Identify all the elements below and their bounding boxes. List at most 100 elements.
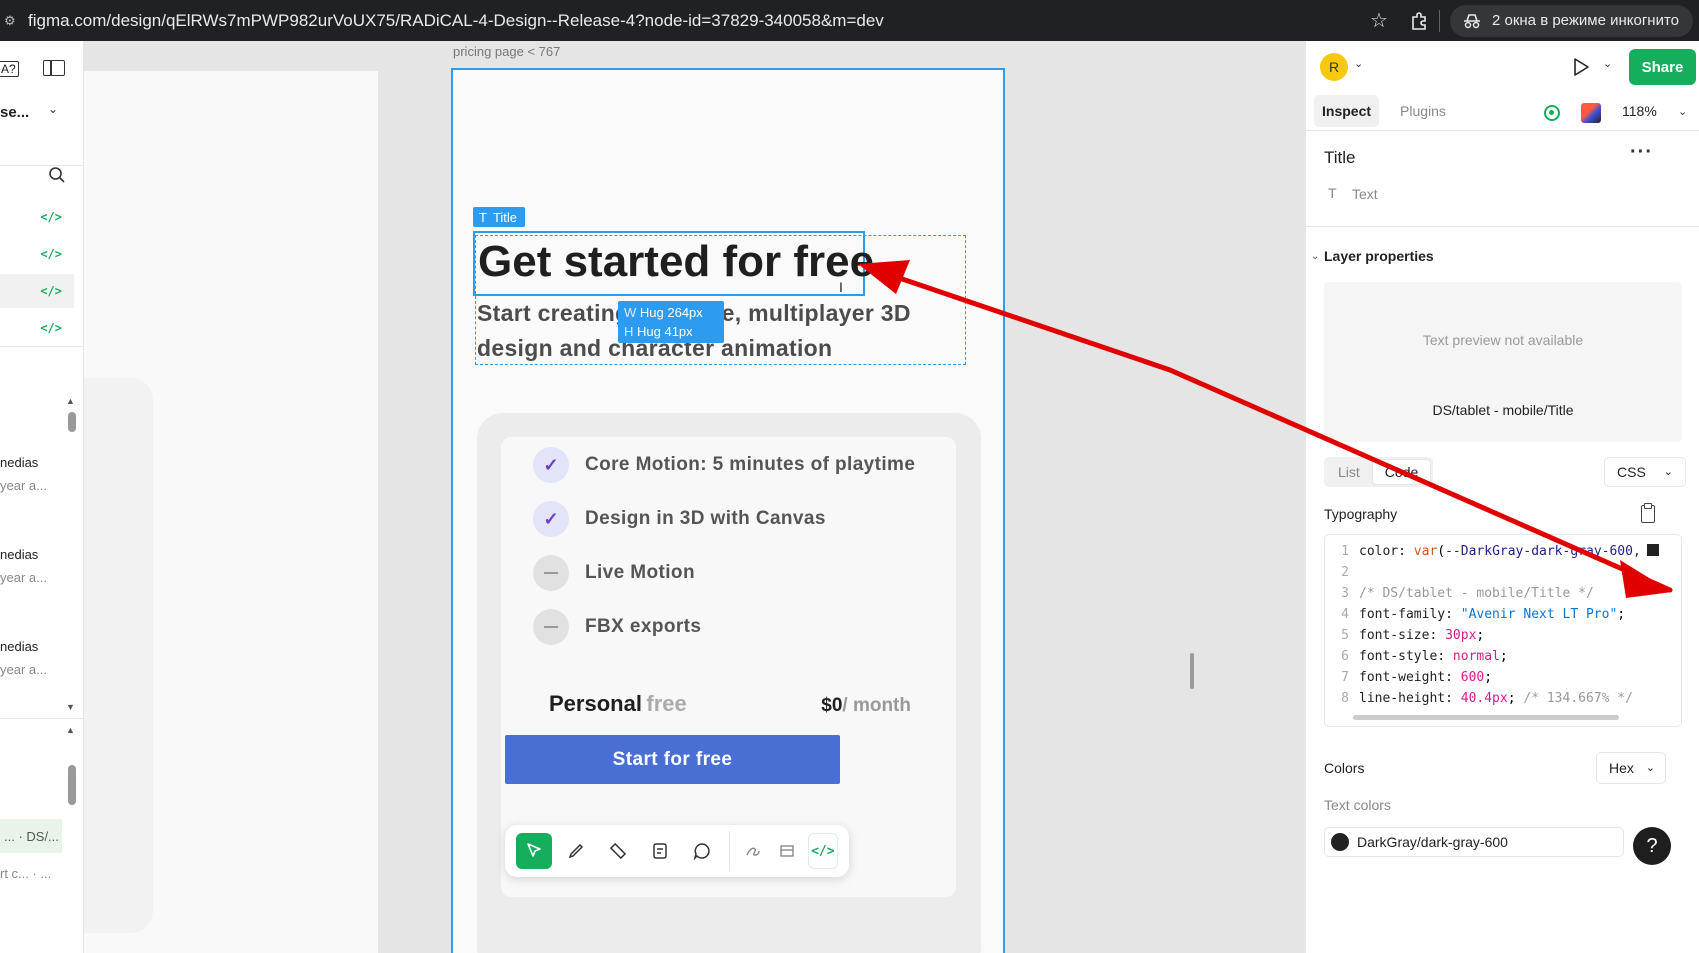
scrollbar-thumb[interactable] [68, 765, 76, 805]
text-cursor-icon: I [839, 279, 843, 295]
toolbar-separator [1438, 9, 1440, 32]
text-type-icon: T [1328, 185, 1337, 201]
bookmark-star-icon[interactable]: ☆ [1359, 0, 1399, 41]
measure-tool-button[interactable] [600, 833, 636, 869]
code-scrollbar[interactable] [1353, 715, 1619, 720]
code-layer-item[interactable]: </> [0, 311, 74, 345]
tab-plugins[interactable]: Plugins [1400, 95, 1446, 127]
panel-header: R ⌄ ⌄ Share [1306, 41, 1699, 93]
chevron-down-icon[interactable]: ⌄ [1603, 57, 1612, 70]
zoom-level[interactable]: 118% [1622, 103, 1657, 119]
list-item[interactable]: rt c... · ... [0, 866, 51, 881]
draw-tool-button[interactable] [739, 833, 767, 869]
scroll-up-arrow[interactable]: ▲ [66, 725, 75, 735]
design-canvas[interactable]: pricing page < 767 T Title Get started f… [84, 41, 1305, 953]
color-swatch [1646, 544, 1659, 556]
title-text-layer[interactable]: Get started for free [473, 231, 874, 296]
list-item[interactable]: nedias year a... [0, 547, 60, 585]
feature-text: FBX exports [585, 616, 702, 637]
typography-heading: Typography [1324, 506, 1398, 522]
width-value: Hug 264px [639, 305, 703, 320]
address-bar[interactable]: figma.com/design/qElRWs7mPWP982urVoUX75/… [28, 11, 884, 31]
layer-properties-heading[interactable]: Layer properties [1324, 248, 1434, 264]
chevron-down-icon[interactable]: ⌄ [1678, 105, 1687, 118]
chevron-down-icon[interactable]: ⌄ [1354, 57, 1363, 70]
color-format-select[interactable]: Hex ⌄ [1596, 752, 1666, 784]
text-colors-heading: Text colors [1324, 797, 1391, 813]
dev-mode-button[interactable]: </> [807, 833, 839, 869]
layer-type: Text [1352, 186, 1378, 202]
present-play-icon[interactable] [1572, 57, 1590, 82]
selected-list-item[interactable]: ... · DS/... [0, 819, 62, 853]
scroll-up-arrow[interactable]: ▲ [66, 396, 75, 406]
layer-title: Title [1324, 148, 1356, 167]
feature-row[interactable]: FBX exports [533, 609, 701, 645]
feature-row[interactable]: ✓ Core Motion: 5 minutes of playtime [533, 447, 915, 483]
target-icon[interactable] [1544, 105, 1560, 121]
code-line: 2 [1341, 565, 1349, 580]
background-card [84, 378, 153, 933]
search-icon[interactable] [48, 166, 66, 189]
move-tool-button[interactable] [516, 833, 552, 869]
comment-tool-button[interactable] [684, 833, 720, 869]
feature-row[interactable]: ✓ Design in 3D with Canvas [533, 501, 826, 537]
subtitle-text-layer[interactable]: Start creating real-time, multiplayer 3D… [477, 296, 977, 366]
browser-toolbar: ⚙ figma.com/design/qElRWs7mPWP982urVoUX7… [0, 0, 1699, 41]
help-button[interactable]: ? [1633, 827, 1671, 865]
start-for-free-button[interactable]: Start for free [505, 735, 840, 784]
scrollbar-thumb[interactable] [68, 412, 76, 432]
file-name[interactable]: se... [0, 104, 29, 121]
frame-label[interactable]: pricing page < 767 [453, 44, 560, 59]
feature-row[interactable]: Live Motion [533, 555, 695, 591]
pen-tool-button[interactable] [558, 833, 594, 869]
code-layer-item[interactable]: </> [0, 237, 74, 271]
height-label: H [624, 324, 634, 339]
preview-unavailable-text: Text preview not available [1422, 332, 1584, 348]
copy-clipboard-icon[interactable] [1641, 503, 1655, 523]
inspect-panel: R ⌄ ⌄ Share Inspect Plugins 118% ⌄ Title… [1305, 41, 1699, 953]
plan-row[interactable]: Personal free $0/ month [549, 691, 911, 717]
list-item-subtitle: year a... [0, 662, 47, 677]
feature-text: Live Motion [585, 562, 695, 583]
toggle-sidebar-icon[interactable] [43, 60, 65, 76]
avatar[interactable]: R [1320, 53, 1348, 81]
text-style-name: DS/tablet - mobile/Title [1432, 402, 1574, 418]
code-format-select[interactable]: CSS ⌄ [1604, 457, 1686, 487]
incognito-icon [1463, 13, 1480, 28]
chevron-down-icon: ⌄ [1645, 762, 1655, 774]
plan-name: Personal [549, 691, 642, 716]
site-info-icon[interactable]: ⚙ [4, 13, 22, 29]
share-button[interactable]: Share [1629, 49, 1696, 85]
chevron-down-icon[interactable]: ⌄ [1311, 251, 1319, 262]
bottom-toolbar: </> [505, 825, 849, 877]
code-layer-item[interactable]: </> [0, 200, 74, 234]
list-item[interactable]: nedias year a... [0, 639, 60, 677]
code-view-button[interactable]: Code [1371, 459, 1432, 485]
list-item[interactable]: nedias year a... [0, 455, 60, 493]
code-line: 5 font-size: 30px; [1341, 628, 1485, 643]
extensions-icon[interactable] [1399, 0, 1439, 41]
more-options-icon[interactable]: ··· [1630, 141, 1653, 164]
component-tool-button[interactable] [773, 833, 801, 869]
annotate-tool-button[interactable] [642, 833, 678, 869]
list-view-button[interactable]: List [1326, 459, 1372, 485]
divider [0, 346, 83, 347]
text-style-icon[interactable]: A? [0, 61, 19, 77]
text-layer-icon: T [479, 209, 487, 225]
color-format-value: Hex [1609, 760, 1634, 776]
text-color-token[interactable]: DarkGray/dark-gray-600 [1324, 827, 1624, 857]
canvas-scrollbar[interactable] [1190, 653, 1194, 689]
list-item-title: nedias [0, 455, 39, 470]
code-layer-item-active[interactable]: </> [0, 274, 74, 308]
chevron-down-icon[interactable]: ⌄ [48, 102, 58, 116]
css-code-block[interactable]: 1 color: var(--DarkGray-dark-gray-600, 2 … [1324, 534, 1682, 727]
colors-heading: Colors [1324, 760, 1365, 776]
tab-inspect[interactable]: Inspect [1314, 95, 1380, 127]
plan-tier: free [646, 691, 687, 716]
incognito-indicator[interactable]: 2 окна в режиме инкогнито [1449, 4, 1693, 37]
plugin-icon[interactable] [1581, 103, 1601, 123]
list-item-subtitle: year a... [0, 570, 47, 585]
scroll-down-arrow[interactable]: ▼ [66, 702, 75, 712]
left-sidebar: A? se... ⌄ </> </> </> </> ▲ nedias year… [0, 41, 84, 953]
code-line: 7 font-weight: 600; [1341, 670, 1493, 685]
